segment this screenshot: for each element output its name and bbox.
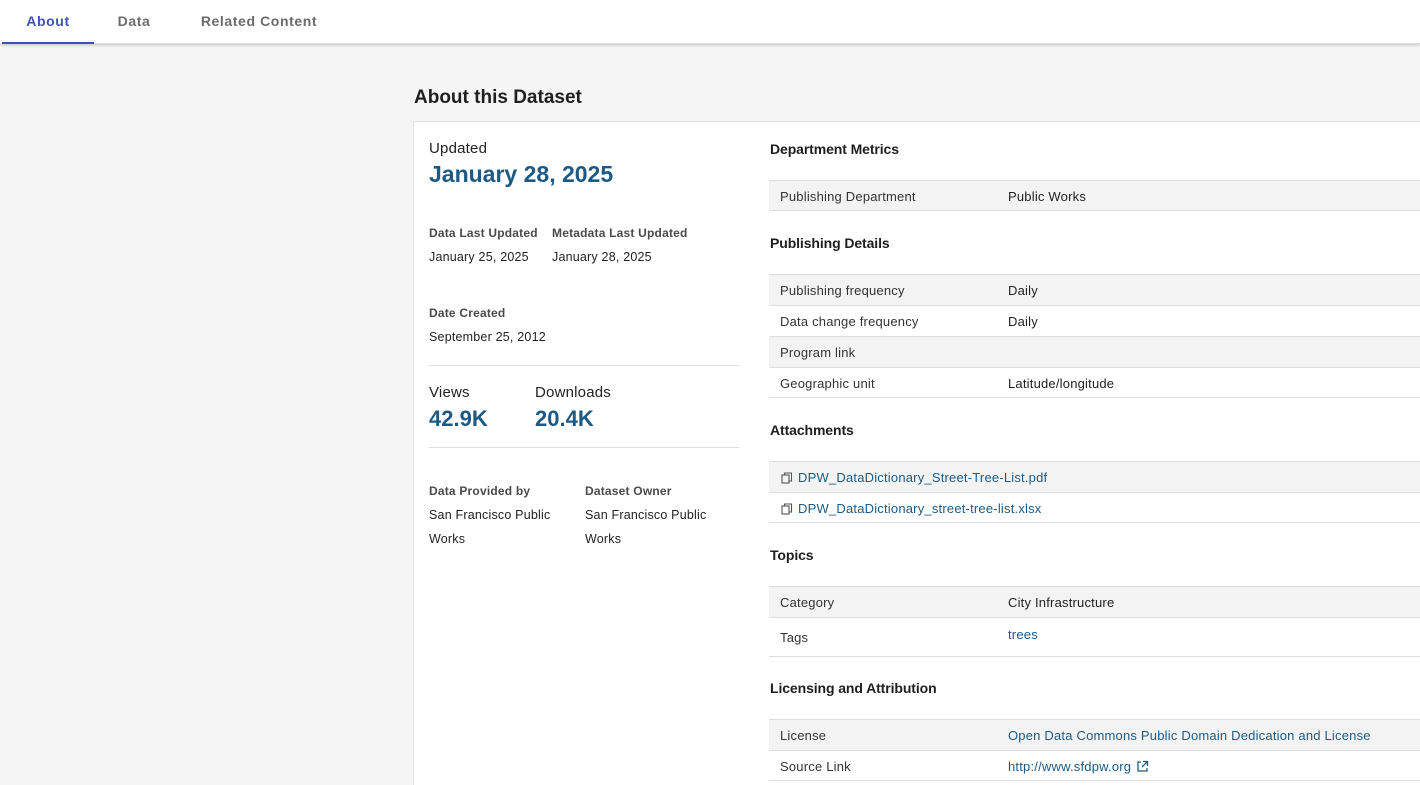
views-count: 42.9K [429, 406, 488, 431]
updated-date: January 28, 2025 [429, 161, 614, 187]
row-key: Program link [780, 345, 856, 360]
row-key: Source Link [780, 759, 851, 774]
publishing-details-heading: Publishing Details [770, 235, 890, 251]
table-row: Geographic unit Latitude/longitude [769, 367, 1420, 398]
topics-heading: Topics [770, 547, 814, 563]
row-value: Daily [1008, 283, 1038, 298]
table-row: Source Link http://www.sfdpw.org [769, 750, 1420, 781]
list-item: DPW_DataDictionary_street-tree-list.xlsx [769, 492, 1420, 523]
date-created-value: September 25, 2012 [429, 330, 546, 344]
table-row: Data change frequency Daily [769, 305, 1420, 336]
metadata-last-updated-label: Metadata Last Updated [552, 226, 688, 240]
data-last-updated-label: Data Last Updated [429, 226, 538, 240]
copy-icon [781, 502, 793, 515]
dataset-owner-value: San Francisco Public Works [585, 508, 707, 546]
external-link-icon [1137, 760, 1149, 772]
copy-icon [781, 471, 793, 484]
source-link[interactable]: http://www.sfdpw.org [1008, 759, 1149, 774]
row-key: Category [780, 595, 835, 610]
data-last-updated-value: January 25, 2025 [429, 250, 529, 264]
downloads-count: 20.4K [535, 406, 594, 431]
row-value: Daily [1008, 314, 1038, 329]
dataset-owner-label: Dataset Owner [585, 484, 672, 498]
table-row: Publishing Department Public Works [769, 180, 1420, 211]
row-value: City Infrastructure [1008, 595, 1115, 610]
updated-label: Updated [429, 140, 488, 157]
metadata-last-updated-value: January 28, 2025 [552, 250, 652, 264]
table-row: Publishing frequency Daily [769, 274, 1420, 305]
divider [429, 365, 739, 366]
list-item: DPW_DataDictionary_Street-Tree-List.pdf [769, 461, 1420, 492]
licensing-heading: Licensing and Attribution [770, 680, 937, 696]
row-key: Tags [780, 630, 809, 645]
table-row: License Open Data Commons Public Domain … [769, 719, 1420, 750]
row-key: Geographic unit [780, 376, 875, 391]
page-title: About this Dataset [414, 87, 582, 108]
data-provided-by-value: San Francisco Public Works [429, 508, 551, 546]
row-value: Latitude/longitude [1008, 376, 1115, 391]
tab-related-content[interactable]: Related Content [190, 0, 328, 44]
row-value: Public Works [1008, 189, 1087, 204]
source-link-text: http://www.sfdpw.org [1008, 759, 1132, 774]
row-key: License [780, 728, 827, 743]
attachment-link[interactable]: DPW_DataDictionary_street-tree-list.xlsx [781, 501, 1042, 516]
attachments-heading: Attachments [770, 422, 854, 438]
views-label: Views [429, 384, 470, 401]
attachment-filename: DPW_DataDictionary_Street-Tree-List.pdf [798, 470, 1048, 485]
tab-data[interactable]: Data [106, 0, 162, 44]
downloads-label: Downloads [535, 384, 612, 401]
table-row: Category City Infrastructure [769, 586, 1420, 617]
data-provided-by-label: Data Provided by [429, 484, 531, 498]
row-key: Data change frequency [780, 314, 919, 329]
row-key: Publishing frequency [780, 283, 905, 298]
row-key: Publishing Department [780, 189, 916, 204]
table-row: Program link [769, 336, 1420, 367]
license-link[interactable]: Open Data Commons Public Domain Dedicati… [1008, 728, 1371, 743]
tab-about[interactable]: About [2, 0, 94, 44]
attachment-filename: DPW_DataDictionary_street-tree-list.xlsx [798, 501, 1042, 516]
tag-link[interactable]: trees [1008, 627, 1038, 642]
attachment-link[interactable]: DPW_DataDictionary_Street-Tree-List.pdf [781, 470, 1047, 485]
tab-bar: About Data Related Content [0, 0, 1420, 44]
department-metrics-heading: Department Metrics [770, 141, 899, 157]
table-row: Tags trees [769, 617, 1420, 657]
divider [429, 447, 739, 448]
date-created-label: Date Created [429, 306, 506, 320]
